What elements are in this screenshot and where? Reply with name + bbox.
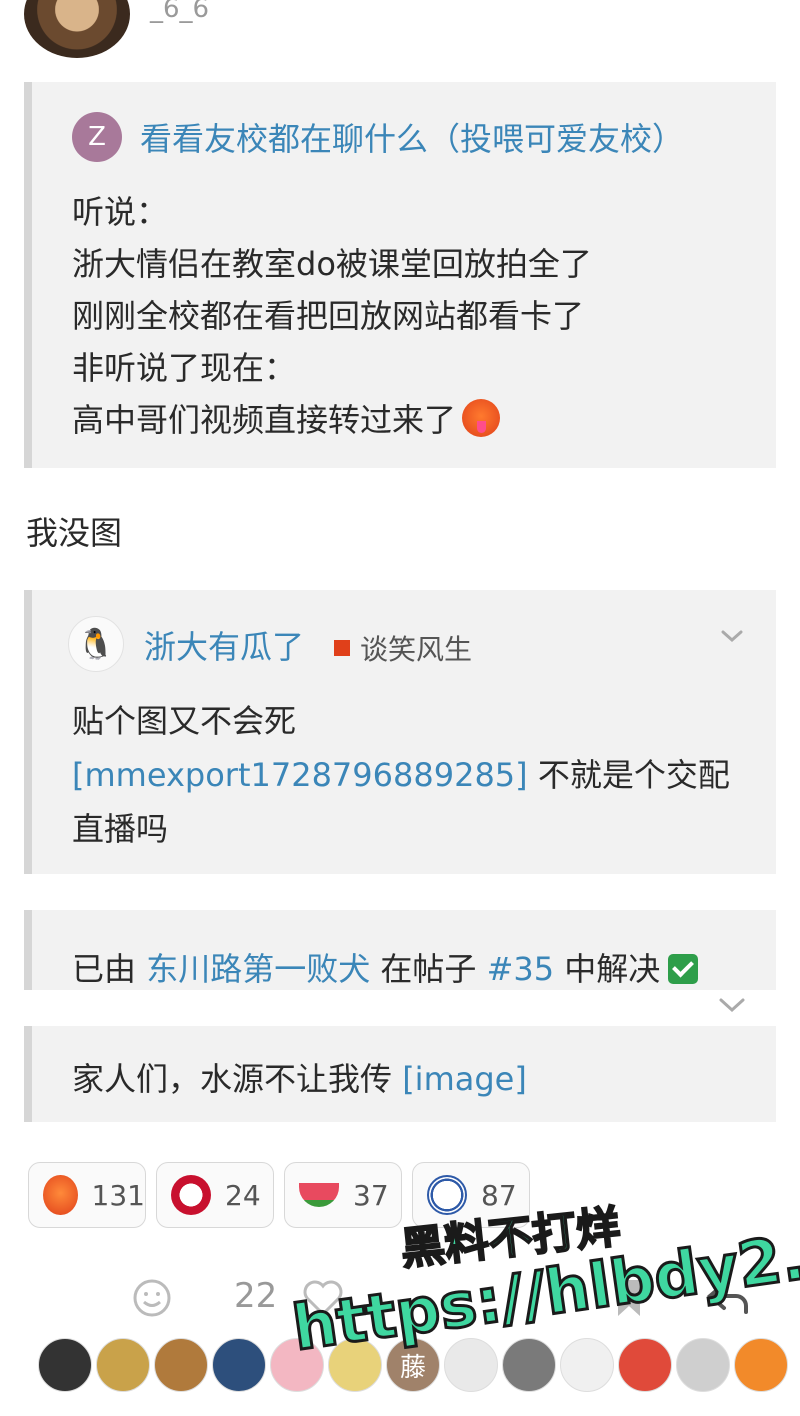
hot-face-icon bbox=[43, 1175, 78, 1215]
image-link[interactable]: [image] bbox=[402, 1060, 527, 1098]
liker-avatar[interactable] bbox=[212, 1338, 266, 1392]
kfc-icon bbox=[171, 1175, 211, 1215]
watermelon-icon bbox=[299, 1183, 339, 1207]
attachment-link[interactable]: [mmexport1728796889285] bbox=[72, 756, 528, 794]
reaction-count: 37 bbox=[353, 1178, 389, 1212]
emoji-icon[interactable] bbox=[132, 1278, 172, 1318]
solution-notice: 已由 东川路第一败犬 在帖子 #35 中解决 bbox=[24, 910, 776, 990]
quote-line: 非听说了现在： bbox=[72, 349, 297, 387]
quote-line: 听说： bbox=[72, 193, 169, 231]
liker-avatar[interactable] bbox=[734, 1338, 788, 1392]
reply-text: 我没图 bbox=[26, 514, 123, 552]
reaction-count: 24 bbox=[225, 1178, 261, 1212]
category-color-badge bbox=[334, 640, 350, 656]
like-count: 22 bbox=[234, 1276, 278, 1316]
author-username[interactable]: _6_6 bbox=[150, 0, 209, 24]
quote-author-avatar[interactable]: Z bbox=[72, 112, 122, 162]
author-avatar[interactable] bbox=[24, 0, 130, 58]
quote-body: 贴个图又不会死 [mmexport1728796889285] 不就是个交配 直… bbox=[72, 694, 730, 856]
reaction-hot-face[interactable]: 131 bbox=[28, 1162, 146, 1228]
quote-title-link[interactable]: 看看友校都在聊什么（投喂可爱友校） bbox=[140, 114, 684, 160]
chevron-down-icon[interactable] bbox=[720, 624, 744, 648]
quote-body: 听说： 浙大情侣在教室do被课堂回放拍全了 刚刚全校都在看把回放网站都看卡了 非… bbox=[72, 186, 592, 446]
quote-line: 浙大情侣在教室do被课堂回放拍全了 bbox=[72, 245, 592, 283]
quote-line: [mmexport1728796889285] 不就是个交配 bbox=[72, 756, 730, 794]
liker-avatar[interactable] bbox=[618, 1338, 672, 1392]
quote-author-link[interactable]: 浙大有瓜了 bbox=[144, 622, 304, 668]
reaction-kfc[interactable]: 24 bbox=[156, 1162, 274, 1228]
quote-block-2: 🐧 浙大有瓜了 谈笑风生 贴个图又不会死 [mmexport1728796889… bbox=[24, 590, 776, 874]
solver-link[interactable]: 东川路第一败犬 bbox=[146, 950, 370, 988]
liker-avatar[interactable] bbox=[154, 1338, 208, 1392]
liker-avatar[interactable] bbox=[444, 1338, 498, 1392]
hot-face-emoji-icon bbox=[462, 399, 501, 437]
liker-avatar[interactable] bbox=[676, 1338, 730, 1392]
quote-block-1: Z 看看友校都在聊什么（投喂可爱友校） 听说： 浙大情侣在教室do被课堂回放拍全… bbox=[24, 82, 776, 468]
category-label[interactable]: 谈笑风生 bbox=[360, 628, 472, 668]
penguin-avatar-icon[interactable]: 🐧 bbox=[68, 616, 124, 672]
liker-avatar[interactable] bbox=[502, 1338, 556, 1392]
reaction-watermelon[interactable]: 37 bbox=[284, 1162, 402, 1228]
checkbox-check-icon bbox=[668, 954, 699, 984]
liker-avatar[interactable] bbox=[560, 1338, 614, 1392]
solution-text: 已由 东川路第一败犬 在帖子 #35 中解决 bbox=[72, 944, 699, 990]
quote-line: 刚刚全校都在看把回放网站都看卡了 bbox=[72, 297, 585, 335]
liker-avatar[interactable] bbox=[38, 1338, 92, 1392]
reaction-count: 131 bbox=[91, 1178, 145, 1212]
post-ref-link[interactable]: #35 bbox=[487, 950, 555, 988]
liker-avatar[interactable] bbox=[96, 1338, 150, 1392]
quote-block-3: 家人们，水源不让我传 [image] bbox=[24, 1026, 776, 1122]
quote-body: 家人们，水源不让我传 [image] bbox=[72, 1060, 527, 1098]
quote-line: 直播吗 bbox=[72, 810, 169, 848]
quote-line: 贴个图又不会死 bbox=[72, 702, 297, 740]
chevron-down-icon[interactable] bbox=[718, 994, 746, 1018]
quote-line: 高中哥们视频直接转过来了 bbox=[72, 394, 592, 446]
